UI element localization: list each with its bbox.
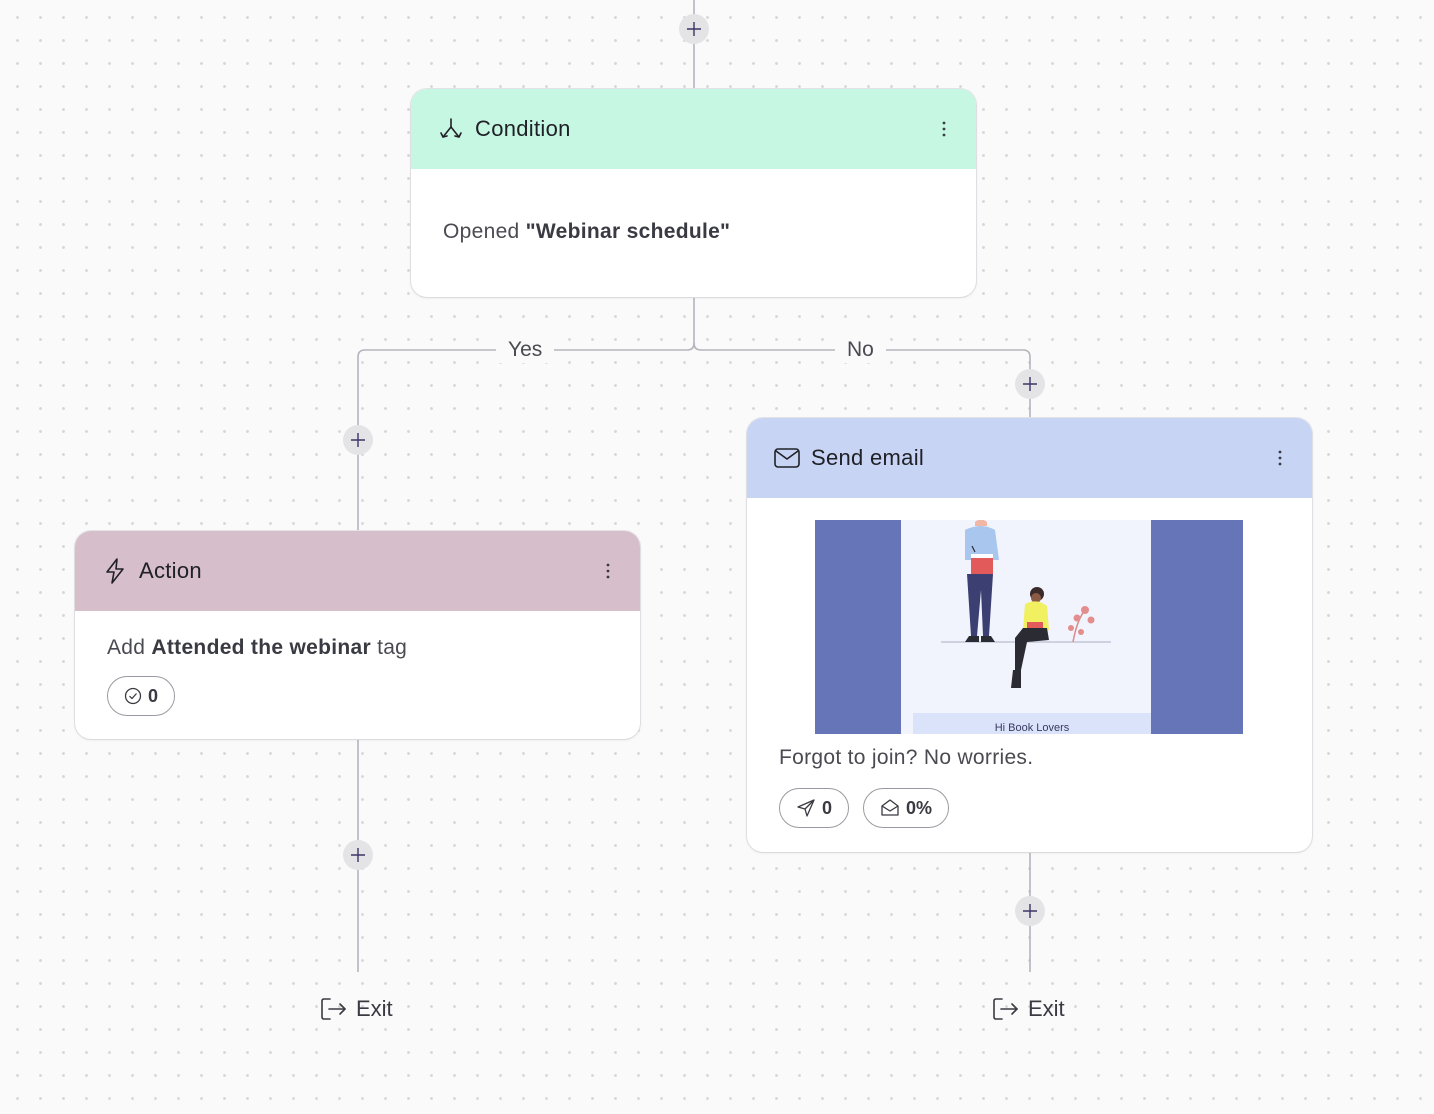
open-envelope-icon (881, 799, 899, 816)
add-step-button-yes-branch[interactable] (343, 425, 373, 455)
envelope-icon (773, 444, 801, 472)
action-desc-tag: Attended the webinar (151, 636, 371, 659)
condition-more-menu-icon[interactable] (934, 116, 954, 142)
email-sent-count: 0 (822, 797, 833, 818)
action-completed-count: 0 (148, 685, 159, 706)
plus-icon (1023, 904, 1037, 918)
add-step-button-after-action[interactable] (343, 840, 373, 870)
action-description: Add Attended the webinar tag (107, 636, 407, 660)
condition-card-header: Condition (411, 89, 976, 169)
exit-node-left[interactable]: Exit (320, 996, 393, 1022)
plus-icon (351, 433, 365, 447)
plus-icon (351, 848, 365, 862)
email-preview-illustration (815, 520, 1243, 734)
action-desc-prefix: Add (107, 636, 152, 659)
condition-description: Opened "Webinar schedule" (443, 220, 730, 244)
action-card-header: Action (75, 531, 640, 611)
add-step-button-no-branch[interactable] (1015, 369, 1045, 399)
send-email-card[interactable]: Send email Hi Book Lovers Forgot to join… (747, 418, 1312, 852)
action-completed-count-badge[interactable]: 0 (107, 676, 176, 716)
condition-card[interactable]: Condition Opened "Webinar schedule" (411, 89, 976, 297)
exit-icon (993, 998, 1018, 1020)
add-step-button-top[interactable] (679, 14, 709, 44)
branch-label-yes: Yes (496, 337, 555, 363)
email-preview-thumbnail[interactable]: Hi Book Lovers (815, 520, 1243, 734)
action-more-menu-icon[interactable] (598, 558, 618, 584)
email-open-rate-badge[interactable]: 0% (863, 788, 950, 828)
exit-node-right[interactable]: Exit (992, 996, 1065, 1022)
lightning-icon (101, 557, 129, 585)
email-open-rate: 0% (906, 797, 933, 818)
add-step-button-after-email[interactable] (1015, 896, 1045, 926)
check-circle-icon (124, 687, 142, 705)
plus-icon (1023, 377, 1037, 391)
email-sent-count-badge[interactable]: 0 (779, 788, 850, 828)
send-email-card-header: Send email (747, 418, 1312, 498)
send-email-title: Send email (811, 445, 925, 470)
email-subject: Forgot to join? No worries. (779, 746, 1034, 769)
paper-plane-icon (797, 799, 815, 817)
workflow-canvas: Yes No Condition Opened "Webinar schedul… (0, 0, 1434, 1114)
condition-desc-target: "Webinar schedule" (525, 220, 731, 243)
action-card[interactable]: Action Add Attended the webinar tag 0 (75, 531, 640, 739)
action-title: Action (139, 558, 202, 583)
exit-label-left: Exit (356, 996, 393, 1021)
exit-label-right: Exit (1028, 996, 1065, 1021)
send-email-more-menu-icon[interactable] (1270, 445, 1290, 471)
action-desc-suffix: tag (370, 636, 408, 659)
split-branch-icon (437, 115, 465, 143)
exit-icon (321, 998, 346, 1020)
condition-desc-prefix: Opened (443, 220, 526, 243)
email-preview-greeting: Hi Book Lovers (994, 722, 1070, 734)
branch-label-no: No (835, 337, 886, 363)
plus-icon (687, 22, 701, 36)
condition-title: Condition (475, 116, 571, 141)
